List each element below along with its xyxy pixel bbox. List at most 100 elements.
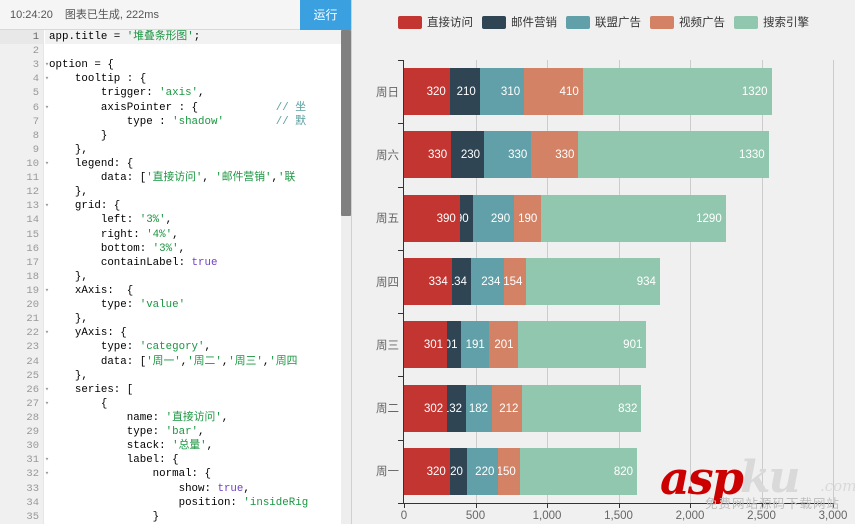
bar-segment-5[interactable]: 934 xyxy=(526,258,660,305)
bar-segment-3[interactable]: 310 xyxy=(479,68,525,115)
code-line[interactable]: position: 'insideRig xyxy=(45,496,341,510)
bar-segment-1[interactable]: 302 xyxy=(404,385,448,432)
code-line[interactable]: trigger: 'axis', xyxy=(45,86,341,100)
line-number[interactable]: 27 ▾ xyxy=(0,397,49,411)
code-line[interactable]: containLabel: true xyxy=(45,256,341,270)
bar-segment-2[interactable]: 90 xyxy=(459,195,473,242)
bar-segment-1[interactable]: 301 xyxy=(404,321,448,368)
bar-segment-5[interactable]: 1330 xyxy=(578,131,769,178)
code-line[interactable]: data: ['周一','周二','周三','周四 xyxy=(45,355,341,369)
code-line[interactable]: series: [ xyxy=(45,383,341,397)
line-number[interactable]: 7 xyxy=(0,115,43,129)
code-line[interactable]: } xyxy=(45,129,341,143)
code-line[interactable]: }, xyxy=(45,369,341,383)
code-line[interactable]: xAxis: { xyxy=(45,284,341,298)
stacked-bar-row[interactable]: 390 90 290 190 1290 xyxy=(404,195,833,242)
bar-segment-5[interactable]: 901 xyxy=(517,321,647,368)
line-number[interactable]: 29 xyxy=(0,425,43,439)
line-number[interactable]: 6 ▾ xyxy=(0,101,49,115)
code-line[interactable]: grid: { xyxy=(45,199,341,213)
line-number[interactable]: 2 xyxy=(0,44,43,58)
bar-segment-3[interactable]: 220 xyxy=(466,448,499,495)
line-number[interactable]: 9 xyxy=(0,143,43,157)
legend-item-5[interactable]: 搜索引擎 xyxy=(734,14,809,30)
legend-item-3[interactable]: 联盟广告 xyxy=(566,14,641,30)
run-button[interactable]: 运行 xyxy=(300,0,351,30)
line-number[interactable]: 23 xyxy=(0,340,43,354)
line-number[interactable]: 24 xyxy=(0,355,43,369)
line-number[interactable]: 12 xyxy=(0,185,43,199)
code-line[interactable]: axisPointer : { // 坐 xyxy=(45,101,341,115)
bar-segment-1[interactable]: 390 xyxy=(404,195,460,242)
chart-legend[interactable]: 直接访问 邮件营销 联盟广告 视频广告 搜索引擎 xyxy=(352,11,855,33)
stacked-bar-row[interactable]: 301101 191 201 901 xyxy=(404,321,833,368)
code-line[interactable]: label: { xyxy=(45,453,341,467)
bar-segment-4[interactable]: 201 xyxy=(488,321,518,368)
line-number[interactable]: 3 ▾ xyxy=(0,58,49,72)
bar-segment-5[interactable]: 1320 xyxy=(582,68,772,115)
line-number[interactable]: 32 ▾ xyxy=(0,467,49,481)
bar-segment-2[interactable]: 210 xyxy=(449,68,480,115)
bar-segment-3[interactable]: 330 xyxy=(484,131,532,178)
stacked-bar-row[interactable]: 320 120 220150 820 xyxy=(404,448,833,495)
legend-item-4[interactable]: 视频广告 xyxy=(650,14,725,30)
code-area[interactable]: 1 2 3 ▾ 4 ▾ 5 6 ▾ 7 8 9 10 ▾ 11 12 13 ▾ 14 15 16 17 18 19 ▾ 20 21 2… xyxy=(0,30,351,524)
editor-vertical-scrollbar[interactable] xyxy=(341,30,351,524)
line-number[interactable]: 33 xyxy=(0,482,43,496)
stacked-bar-row[interactable]: 302132 182 212 832 xyxy=(404,385,833,432)
code-line[interactable]: left: '3%', xyxy=(45,213,341,227)
code-line[interactable]: name: '直接访问', xyxy=(45,411,341,425)
line-number[interactable]: 25 xyxy=(0,369,43,383)
code-line[interactable] xyxy=(45,44,341,58)
bar-segment-1[interactable]: 330 xyxy=(404,131,452,178)
line-number[interactable]: 16 xyxy=(0,242,43,256)
legend-item-2[interactable]: 邮件营销 xyxy=(482,14,557,30)
line-number[interactable]: 31 ▾ xyxy=(0,453,49,467)
code-line[interactable]: stack: '总量', xyxy=(45,439,341,453)
bar-segment-4[interactable]: 330 xyxy=(531,131,579,178)
line-number[interactable]: 15 xyxy=(0,228,43,242)
code-line[interactable]: yAxis: { xyxy=(45,326,341,340)
code-line[interactable]: option = { xyxy=(45,58,341,72)
code-line[interactable]: type : 'shadow' // 默 xyxy=(45,115,341,129)
line-number[interactable]: 4 ▾ xyxy=(0,72,49,86)
bar-segment-2[interactable]: 132 xyxy=(447,385,467,432)
line-number[interactable]: 22 ▾ xyxy=(0,326,49,340)
line-number[interactable]: 17 xyxy=(0,256,43,270)
bar-segment-2[interactable]: 230 xyxy=(451,131,485,178)
code-line[interactable]: tooltip : { xyxy=(45,72,341,86)
line-number[interactable]: 35 xyxy=(0,510,43,524)
line-number[interactable]: 26 ▾ xyxy=(0,383,49,397)
bar-segment-1[interactable]: 320 xyxy=(404,68,450,115)
bar-segment-4[interactable]: 150 xyxy=(498,448,520,495)
code-line[interactable]: type: 'value' xyxy=(45,298,341,312)
code-line[interactable]: bottom: '3%', xyxy=(45,242,341,256)
bar-segment-3[interactable]: 191 xyxy=(461,321,489,368)
line-number[interactable]: 1 xyxy=(0,30,43,45)
bar-segment-4[interactable]: 212 xyxy=(492,385,523,432)
bar-segment-3[interactable]: 290 xyxy=(472,195,515,242)
code-line[interactable]: type: 'bar', xyxy=(45,425,341,439)
bar-segment-2[interactable]: 101 xyxy=(447,321,462,368)
code-line[interactable]: }, xyxy=(45,312,341,326)
editor-scrollbar-thumb[interactable] xyxy=(341,30,351,216)
bar-segment-4[interactable]: 410 xyxy=(524,68,583,115)
code-line[interactable]: }, xyxy=(45,185,341,199)
bar-segment-4[interactable]: 154 xyxy=(504,258,527,305)
code-line[interactable]: }, xyxy=(45,143,341,157)
stacked-bar-row[interactable]: 320 210 310 410 1320 xyxy=(404,68,833,115)
bar-segment-5[interactable]: 820 xyxy=(519,448,638,495)
line-number[interactable]: 21 xyxy=(0,312,43,326)
code-lines[interactable]: app.title = '堆叠条形图'; option = { tooltip … xyxy=(45,30,341,524)
code-line[interactable]: right: '4%', xyxy=(45,228,341,242)
line-number[interactable]: 13 ▾ xyxy=(0,199,49,213)
code-line[interactable]: } xyxy=(45,510,341,524)
code-line[interactable]: show: true, xyxy=(45,482,341,496)
line-number[interactable]: 11 xyxy=(0,171,43,185)
bar-segment-2[interactable]: 120 xyxy=(449,448,467,495)
bar-segment-5[interactable]: 832 xyxy=(522,385,642,432)
line-number[interactable]: 28 xyxy=(0,411,43,425)
line-number[interactable]: 19 ▾ xyxy=(0,284,49,298)
line-number[interactable]: 34 xyxy=(0,496,43,510)
bar-segment-3[interactable]: 182 xyxy=(466,385,493,432)
